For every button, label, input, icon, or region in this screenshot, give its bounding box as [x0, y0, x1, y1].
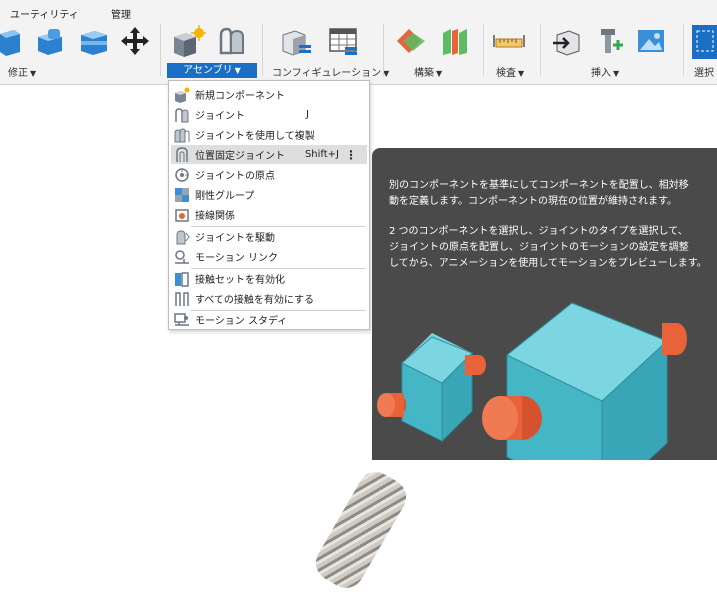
ribbon-separator	[483, 24, 484, 76]
ribbon-separator	[262, 24, 263, 76]
select-icon[interactable]	[690, 22, 717, 60]
group-construct[interactable]: 構築 ▼	[414, 64, 442, 79]
group-configure[interactable]: コンフィギュレーション ▼	[272, 64, 389, 79]
configure-component-icon[interactable]	[280, 22, 314, 60]
toolbar-ribbon: ユーティリティ 管理 修正 ▼ アセンブリ ▼ コンフィギュレーション ▼ 構築 ▼	[0, 0, 717, 85]
menu-item-label: ジョイント	[195, 111, 245, 122]
tooltip-illustration	[377, 302, 687, 460]
menu-item-joint-origin[interactable]: ジョイントの原点	[171, 165, 367, 184]
menu-item-shortcut: J	[306, 109, 309, 120]
menu-item-enable-all-contact[interactable]: すべての接触を有効にする	[171, 289, 367, 308]
menu-item-label: ジョイントの原点	[195, 171, 275, 182]
insert-derive-icon[interactable]	[550, 22, 584, 60]
tooltip-instructions: 2 つのコンポーネントを選択し、ジョイントのタイプを選択して、 ジョイントの原点…	[389, 226, 707, 269]
rigid-group-icon	[175, 187, 189, 202]
as-built-joint-icon	[176, 146, 188, 162]
ribbon-separator	[160, 24, 161, 76]
press-pull-icon[interactable]	[0, 22, 24, 60]
joint-icon[interactable]	[214, 22, 248, 60]
command-tooltip: 別のコンポーネントを基準にしてコンポーネントを配置し、相対移 動を定義します。コ…	[372, 148, 717, 460]
duplicate-with-joints-icon	[174, 127, 190, 142]
menu-item-label: 新規コンポーネント	[195, 91, 285, 102]
menu-item-motion-study[interactable]: モーション スタディ	[171, 310, 367, 329]
menu-item-rigid-group[interactable]: 剛性グループ	[171, 185, 367, 204]
group-modify[interactable]: 修正 ▼	[8, 64, 36, 79]
drive-joints-icon	[176, 229, 190, 244]
menu-item-label: すべての接触を有効にする	[195, 295, 314, 306]
menu-item-duplicate-with-joints[interactable]: ジョイントを使用して複製	[171, 125, 367, 144]
fillet-icon[interactable]	[33, 22, 67, 60]
offset-plane-icon[interactable]	[394, 22, 428, 60]
tab-utilities[interactable]: ユーティリティ	[10, 6, 79, 21]
menu-item-label: 接触セットを有効化	[195, 275, 285, 286]
measure-icon[interactable]	[492, 22, 526, 60]
menu-item-label: ジョイントを使用して複製	[195, 131, 315, 142]
motion-study-icon	[174, 312, 189, 326]
configuration-table-icon[interactable]	[326, 22, 360, 60]
menu-item-label: 位置固定ジョイント	[195, 151, 285, 162]
new-component-icon[interactable]	[172, 22, 206, 60]
midplane-icon[interactable]	[438, 22, 472, 60]
menu-item-label: モーション リンク	[195, 253, 278, 264]
menu-item-joint[interactable]: ジョイント J	[171, 105, 367, 124]
menu-item-motion-link[interactable]: モーション リンク	[171, 247, 367, 266]
enable-all-contact-icon	[175, 291, 189, 306]
menu-item-new-component[interactable]: 新規コンポーネント	[171, 85, 367, 104]
menu-item-label: 接線関係	[195, 211, 235, 222]
enable-contact-sets-icon	[175, 271, 189, 287]
more-options-icon[interactable]: ⋮	[345, 148, 357, 162]
joint-icon	[175, 107, 189, 122]
group-assemble[interactable]: アセンブリ ▼	[167, 63, 257, 78]
tangent-relationship-icon	[175, 208, 189, 222]
group-insert[interactable]: 挿入 ▼	[591, 64, 619, 79]
ribbon-separator	[683, 24, 684, 76]
motion-link-icon	[175, 249, 189, 264]
menu-item-label: ジョイントを駆動	[195, 233, 275, 244]
tab-manage[interactable]: 管理	[111, 6, 131, 21]
menu-item-shortcut: Shift+J	[304, 149, 339, 160]
threaded-part	[309, 465, 413, 594]
group-inspect[interactable]: 検査 ▼	[496, 64, 524, 79]
menu-item-enable-contact-sets[interactable]: 接触セットを有効化	[171, 269, 367, 288]
group-select[interactable]: 選択	[694, 64, 714, 79]
ribbon-separator	[383, 24, 384, 76]
joint-origin-icon	[175, 167, 189, 182]
menu-item-label: 剛性グループ	[195, 191, 255, 202]
move-copy-icon[interactable]	[118, 22, 152, 60]
new-component-icon	[175, 87, 190, 103]
shell-icon[interactable]	[76, 22, 110, 60]
menu-item-label: モーション スタディ	[195, 316, 288, 327]
assemble-dropdown-menu: 新規コンポーネント ジョイント J ジョイントを使用して複製 位置固定ジョイント…	[168, 80, 370, 330]
tooltip-description: 別のコンポーネントを基準にしてコンポーネントを配置し、相対移 動を定義します。コ…	[389, 180, 689, 207]
menu-item-as-built-joint[interactable]: 位置固定ジョイント Shift+J ⋮	[171, 145, 367, 164]
insert-mcmaster-icon[interactable]	[592, 22, 626, 60]
menu-item-drive-joints[interactable]: ジョイントを駆動	[171, 227, 367, 246]
ribbon-separator	[540, 24, 541, 76]
insert-canvas-icon[interactable]	[634, 22, 668, 60]
menu-item-tangent-relationship[interactable]: 接線関係	[171, 205, 367, 224]
